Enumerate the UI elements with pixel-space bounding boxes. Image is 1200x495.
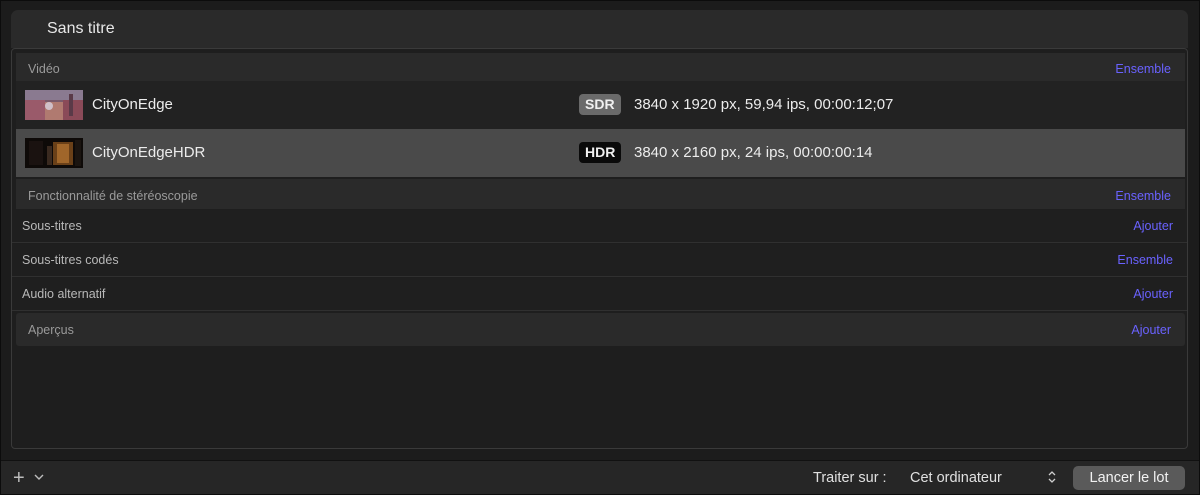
bottom-toolbar: + Traiter sur : Cet ordinateur Lancer le… bbox=[1, 460, 1199, 494]
subtitles-row: Sous-titres Ajouter bbox=[12, 210, 1187, 243]
closed-captions-label: Sous-titres codés bbox=[22, 253, 119, 267]
batch-window: Sans titre Vidéo Ensemble CityOnEdge SDR… bbox=[0, 0, 1200, 495]
launch-batch-button[interactable]: Lancer le lot bbox=[1073, 466, 1185, 490]
video-name: CityOnEdgeHDR bbox=[92, 144, 206, 161]
video-name: CityOnEdge bbox=[92, 96, 173, 113]
video-section-label: Vidéo bbox=[28, 62, 60, 76]
process-on-select[interactable]: Cet ordinateur bbox=[903, 466, 1061, 490]
subtitles-add-button[interactable]: Ajouter bbox=[1133, 219, 1173, 233]
chevron-down-icon[interactable] bbox=[34, 472, 44, 482]
title-bar: Sans titre bbox=[11, 10, 1188, 48]
stereo-section-header: Fonctionnalité de stéréoscopie Ensemble bbox=[16, 179, 1185, 209]
alternate-audio-row: Audio alternatif Ajouter bbox=[12, 278, 1187, 311]
hdr-badge: HDR bbox=[579, 142, 622, 163]
sdr-badge: SDR bbox=[579, 94, 621, 115]
video-row-cityonedgehdr[interactable]: CityOnEdgeHDR HDR 3840 x 2160 px, 24 ips… bbox=[16, 129, 1185, 177]
batch-panel: Vidéo Ensemble CityOnEdge SDR 3840 x 192… bbox=[11, 48, 1188, 449]
process-on-value: Cet ordinateur bbox=[910, 470, 1002, 486]
video-meta: 3840 x 2160 px, 24 ips, 00:00:00:14 bbox=[634, 144, 873, 161]
video-section-header: Vidéo Ensemble bbox=[16, 53, 1185, 81]
alternate-audio-add-button[interactable]: Ajouter bbox=[1133, 287, 1173, 301]
alternate-audio-label: Audio alternatif bbox=[22, 287, 106, 301]
previews-section-label: Aperçus bbox=[28, 323, 74, 337]
closed-captions-row: Sous-titres codés Ensemble bbox=[12, 244, 1187, 277]
plus-icon[interactable]: + bbox=[13, 467, 25, 490]
closed-captions-ensemble-button[interactable]: Ensemble bbox=[1117, 253, 1173, 267]
video-meta: 3840 x 1920 px, 59,94 ips, 00:00:12;07 bbox=[634, 96, 894, 113]
video-thumbnail bbox=[25, 90, 83, 120]
updown-chevron-icon bbox=[1048, 471, 1056, 483]
previews-add-button[interactable]: Ajouter bbox=[1131, 323, 1171, 337]
video-row-cityonedge[interactable]: CityOnEdge SDR 3840 x 1920 px, 59,94 ips… bbox=[16, 81, 1185, 129]
stereo-section-label: Fonctionnalité de stéréoscopie bbox=[28, 189, 198, 203]
stereo-ensemble-button[interactable]: Ensemble bbox=[1115, 189, 1171, 203]
previews-section-header: Aperçus Ajouter bbox=[16, 313, 1185, 346]
video-thumbnail bbox=[25, 138, 83, 168]
process-on-label: Traiter sur : bbox=[813, 470, 887, 486]
batch-title[interactable]: Sans titre bbox=[47, 20, 115, 38]
video-ensemble-button[interactable]: Ensemble bbox=[1115, 62, 1171, 76]
subtitles-label: Sous-titres bbox=[22, 219, 82, 233]
